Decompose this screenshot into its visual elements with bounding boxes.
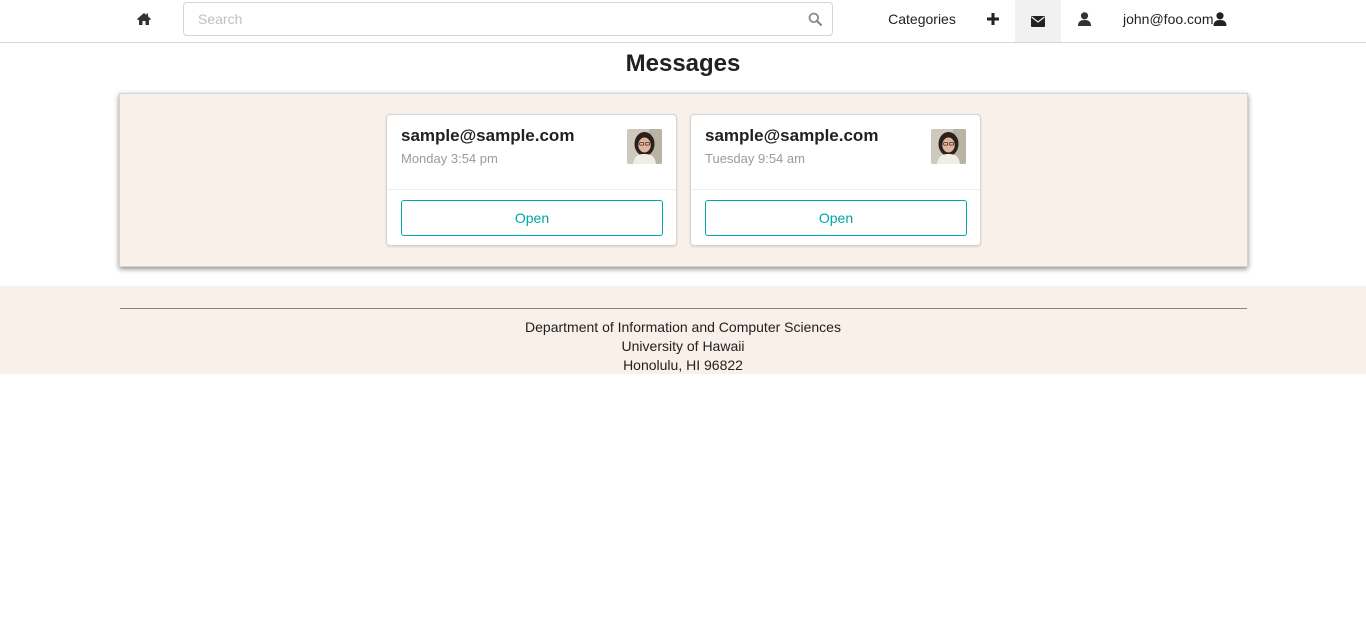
footer: Department of Information and Computer S… <box>0 286 1366 374</box>
user-menu[interactable]: john@foo.com <box>1110 0 1227 38</box>
user-email: john@foo.com <box>1123 11 1214 27</box>
avatar <box>627 129 662 164</box>
avatar <box>931 129 966 164</box>
categories-link[interactable]: Categories <box>872 0 972 38</box>
message-card: sample@sample.com Tuesday 9:54 am Open <box>690 114 981 246</box>
search-icon[interactable] <box>808 12 822 26</box>
message-card: sample@sample.com Monday 3:54 pm Open <box>386 114 677 246</box>
search-input[interactable] <box>184 3 832 35</box>
message-time: Monday 3:54 pm <box>401 151 498 166</box>
envelope-icon <box>1031 15 1045 27</box>
card-divider <box>691 189 980 190</box>
footer-university: University of Hawaii <box>621 338 745 354</box>
messages-link[interactable] <box>1015 0 1061 42</box>
add-link[interactable] <box>970 0 1016 38</box>
footer-divider <box>120 308 1247 309</box>
message-sender: sample@sample.com <box>401 126 575 145</box>
card-divider <box>387 189 676 190</box>
footer-department: Department of Information and Computer S… <box>525 319 841 335</box>
open-message-button[interactable]: Open <box>705 200 967 236</box>
categories-label: Categories <box>888 11 956 27</box>
open-message-button[interactable]: Open <box>401 200 663 236</box>
profile-link[interactable] <box>1061 0 1107 38</box>
user-icon <box>1213 12 1227 26</box>
page-title: Messages <box>625 50 741 77</box>
search-bar <box>183 2 833 36</box>
messages-panel: sample@sample.com Monday 3:54 pm Open sa… <box>119 93 1248 267</box>
home-icon <box>137 13 151 25</box>
footer-address: Department of Information and Computer S… <box>0 318 1366 375</box>
footer-city: Honolulu, HI 96822 <box>623 357 743 373</box>
plus-icon <box>987 13 999 25</box>
home-link[interactable] <box>121 0 167 38</box>
message-time: Tuesday 9:54 am <box>705 151 805 166</box>
top-navbar: Categories john@foo.com <box>0 0 1366 43</box>
message-sender: sample@sample.com <box>705 126 879 145</box>
user-icon <box>1077 12 1091 26</box>
